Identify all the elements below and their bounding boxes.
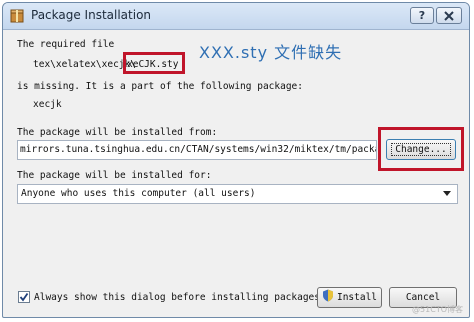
file-path-prefix: tex\xelatex\xecjk\ xyxy=(33,59,136,70)
required-file-text: The required file xyxy=(17,39,115,50)
repository-url-field[interactable]: mirrors.tuna.tsinghua.edu.cn/CTAN/system… xyxy=(17,140,377,160)
close-icon xyxy=(444,11,454,21)
close-button[interactable] xyxy=(436,7,462,24)
annotation-text: XXX.sty 文件缺失 xyxy=(199,43,343,62)
always-show-checkbox[interactable] xyxy=(18,291,30,303)
install-button[interactable]: Install xyxy=(317,287,382,308)
package-icon xyxy=(10,9,24,23)
watermark: @51CTO博客 xyxy=(412,305,463,314)
shield-icon xyxy=(322,289,333,302)
chevron-down-icon xyxy=(443,191,451,196)
title-bar: Package Installation ? xyxy=(3,3,469,30)
install-for-select[interactable]: Anyone who uses this computer (all users… xyxy=(17,184,458,204)
window-title: Package Installation xyxy=(31,8,152,22)
install-for-label: The package will be installed for: xyxy=(17,170,212,181)
missing-package-text: is missing. It is a part of the followin… xyxy=(17,81,303,92)
check-icon xyxy=(19,292,29,302)
always-show-label: Always show this dialog before installin… xyxy=(34,292,320,303)
repository-url: mirrors.tuna.tsinghua.edu.cn/CTAN/system… xyxy=(20,144,377,155)
install-label: Install xyxy=(336,292,378,303)
install-for-value: Anyone who uses this computer (all users… xyxy=(21,188,256,199)
package-name: xecjk xyxy=(33,99,62,110)
package-installation-dialog: Package Installation ? The required file… xyxy=(2,2,470,318)
install-from-label: The package will be installed from: xyxy=(17,127,218,138)
change-button-highlight xyxy=(378,127,464,171)
file-name-highlight xyxy=(123,52,185,74)
help-button[interactable]: ? xyxy=(410,7,434,24)
